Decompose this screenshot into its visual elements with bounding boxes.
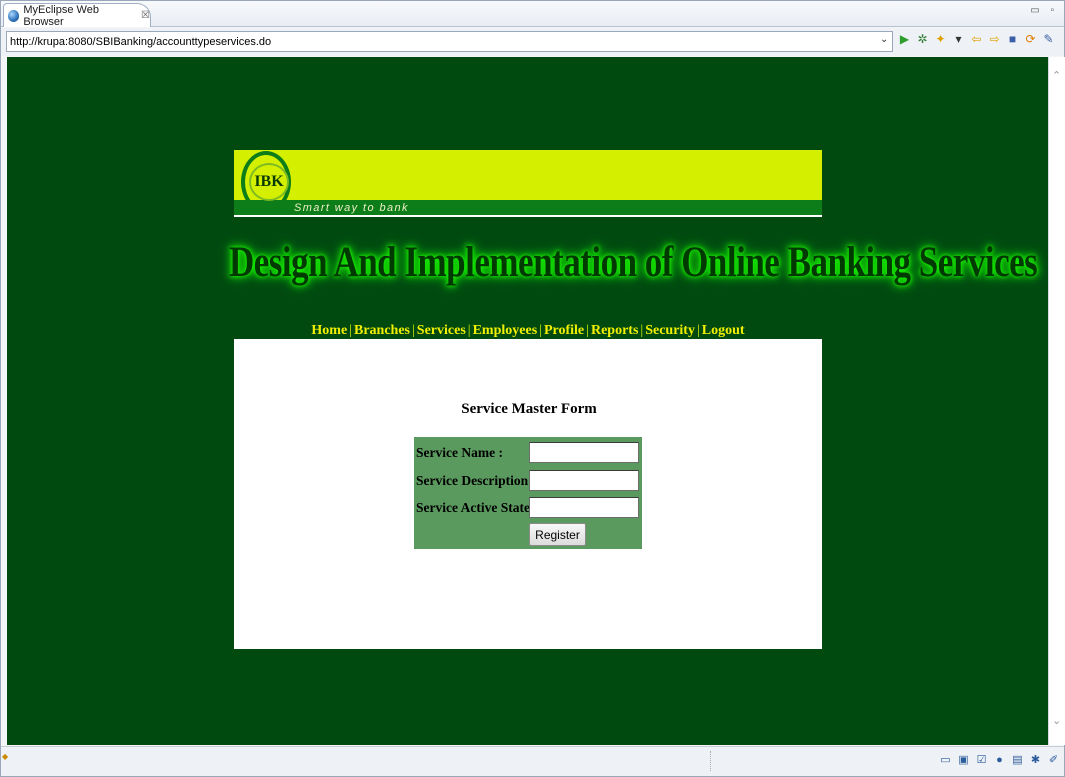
service-name-label: Service Name : bbox=[416, 445, 503, 460]
settings-icon[interactable]: ✱ bbox=[1029, 753, 1042, 768]
scroll-up-icon[interactable]: ⌃ bbox=[1052, 69, 1061, 82]
nav-separator: | bbox=[640, 323, 644, 338]
nav-profile[interactable]: Profile bbox=[544, 323, 584, 338]
register-button[interactable]: Register bbox=[529, 523, 586, 546]
tools-icon[interactable]: ✦ bbox=[934, 32, 947, 47]
window-controls[interactable]: ▭ ▫ bbox=[1030, 5, 1058, 16]
main-nav: Home | Branches | Services | Employees | Profile… bbox=[234, 323, 822, 339]
ibk-logo: IBK bbox=[241, 151, 291, 213]
site-title: Design And Implementation of Online Bank… bbox=[229, 237, 1038, 286]
vertical-scrollbar[interactable]: ⌃ ⌄ bbox=[1048, 57, 1065, 745]
ide-window: MyEclipse Web Browser ☒ ▭ ▫ ⌄ ▶✲✦▾⇦⇨■⟳✎ … bbox=[0, 0, 1065, 777]
service-active-state-input[interactable] bbox=[529, 497, 639, 518]
edit-icon[interactable]: ✎ bbox=[1042, 32, 1055, 47]
tagline: Smart way to bank bbox=[294, 202, 409, 214]
form-title: Service Master Form bbox=[461, 401, 597, 417]
globe-icon bbox=[8, 9, 20, 22]
nav-branches[interactable]: Branches bbox=[354, 323, 410, 338]
go-icon[interactable]: ▶ bbox=[898, 32, 911, 47]
content-panel: Service Master Form Service Name : Servi… bbox=[234, 339, 822, 649]
service-master-form: Service Name : Service Description : Ser… bbox=[414, 437, 642, 549]
logo-text: IBK bbox=[249, 163, 289, 201]
nav-reports[interactable]: Reports bbox=[591, 323, 638, 338]
service-active-state-label: Service Active State : bbox=[416, 500, 538, 515]
nav-logout[interactable]: Logout bbox=[702, 323, 745, 338]
minimize-view-icon[interactable]: ▭ bbox=[939, 753, 952, 768]
browser-tab[interactable]: MyEclipse Web Browser ☒ bbox=[3, 3, 151, 28]
nav-services[interactable]: Services bbox=[417, 323, 466, 338]
service-description-input[interactable] bbox=[529, 470, 639, 491]
nav-home[interactable]: Home bbox=[311, 323, 347, 338]
refresh-icon[interactable]: ⟳ bbox=[1024, 32, 1037, 47]
nav-security[interactable]: Security bbox=[645, 323, 695, 338]
url-input[interactable] bbox=[6, 31, 893, 52]
nav-employees[interactable]: Employees bbox=[473, 323, 538, 338]
globe-icon[interactable]: ● bbox=[993, 753, 1006, 768]
browser-tab-title: MyEclipse Web Browser bbox=[23, 3, 99, 28]
close-tab-icon[interactable]: ☒ bbox=[141, 10, 150, 21]
status-bar: ◆ ▭ ▣ ☑ ● ▤ ✱ ✐ bbox=[1, 746, 1064, 776]
status-toolbar: ▭ ▣ ☑ ● ▤ ✱ ✐ bbox=[939, 753, 1060, 768]
nav-separator: | bbox=[586, 323, 589, 338]
forward-icon[interactable]: ⇨ bbox=[988, 32, 1001, 47]
status-divider bbox=[710, 751, 711, 771]
dropdown-arrow-icon[interactable]: ▾ bbox=[952, 32, 965, 47]
nav-separator: | bbox=[349, 323, 352, 338]
nav-separator: | bbox=[696, 323, 700, 338]
status-marker-icon: ◆ bbox=[2, 752, 9, 761]
debug-icon[interactable]: ✲ bbox=[916, 32, 929, 47]
service-description-label: Service Description : bbox=[416, 473, 536, 488]
tasks-icon[interactable]: ☑ bbox=[975, 753, 988, 768]
edit-icon[interactable]: ✐ bbox=[1047, 753, 1060, 768]
address-bar: ⌄ ▶ ✲ ✦ ▾ ⇦ ⇨ ■ ⟳ ✎ bbox=[1, 28, 1064, 56]
back-icon[interactable]: ⇦ bbox=[970, 32, 983, 47]
browser-toolbar: ▶ ✲ ✦ ▾ ⇦ ⇨ ■ ⟳ ✎ bbox=[898, 32, 1055, 47]
nav-separator: | bbox=[467, 323, 471, 338]
stop-icon[interactable]: ■ bbox=[1006, 32, 1019, 47]
nav-separator: | bbox=[411, 323, 415, 338]
service-name-input[interactable] bbox=[529, 442, 639, 463]
console-icon[interactable]: ▤ bbox=[1011, 753, 1024, 768]
banner-top bbox=[234, 150, 822, 200]
browser-viewport: IBK Smart way to bank Design And Impleme… bbox=[7, 57, 1065, 745]
scroll-down-icon[interactable]: ⌄ bbox=[1052, 714, 1061, 727]
url-history-dropdown-icon[interactable]: ⌄ bbox=[880, 34, 888, 45]
page-container: IBK Smart way to bank Design And Impleme… bbox=[229, 150, 1038, 649]
editor-tab-strip: MyEclipse Web Browser ☒ ▭ ▫ bbox=[1, 1, 1064, 28]
server-icon[interactable]: ▣ bbox=[957, 753, 970, 768]
nav-separator: | bbox=[539, 323, 542, 338]
